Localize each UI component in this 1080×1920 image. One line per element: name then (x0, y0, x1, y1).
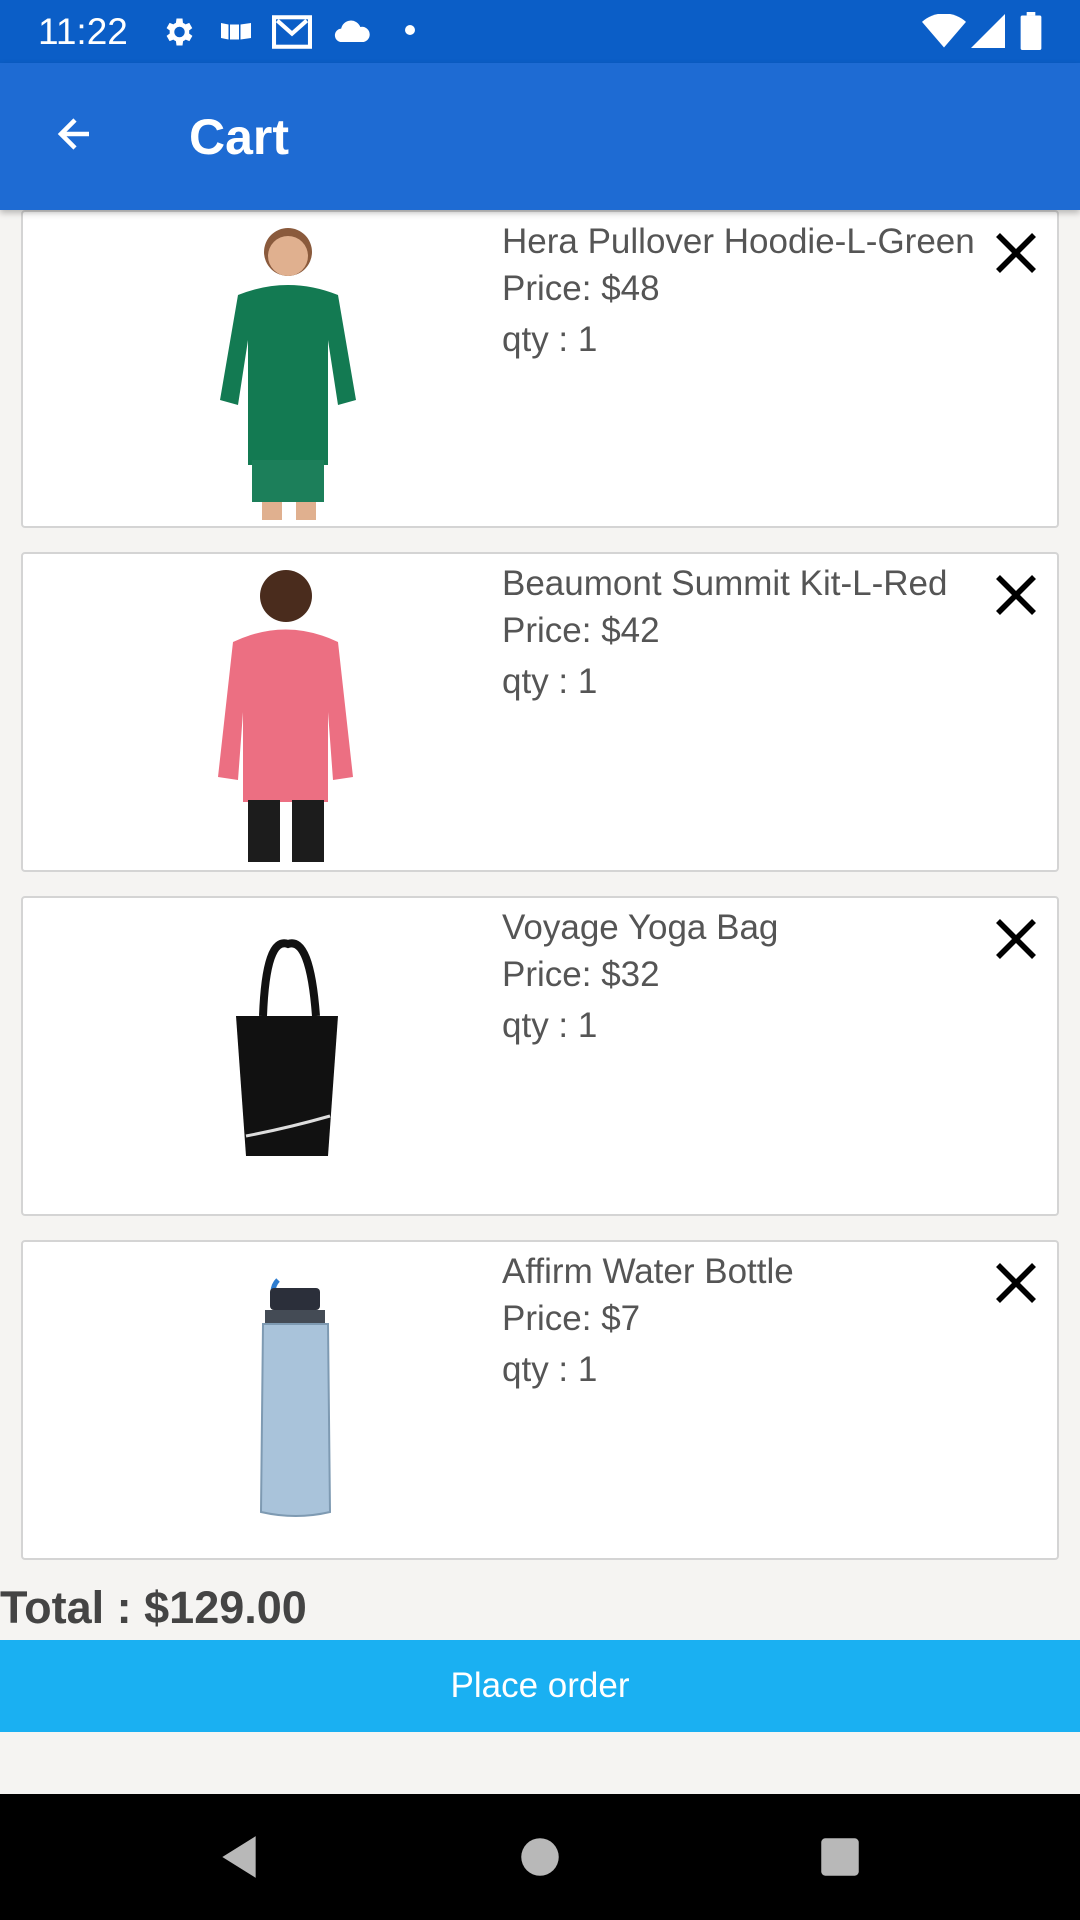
cart-list[interactable]: Hera Pullover Hoodie-L-Green Price: $48 … (21, 210, 1059, 1584)
remove-item-button[interactable] (989, 568, 1043, 622)
dot-icon (405, 25, 415, 35)
recents-square-icon[interactable] (815, 1832, 865, 1882)
item-price: Price: $7 (502, 1299, 641, 1338)
home-circle-icon[interactable] (515, 1832, 565, 1882)
item-price: Price: $42 (502, 611, 660, 650)
product-image-green-hoodie (133, 220, 443, 520)
page-title: Cart (189, 109, 290, 165)
battery-icon (1020, 12, 1042, 50)
close-icon (996, 233, 1036, 273)
remove-item-button[interactable] (989, 912, 1043, 966)
item-name: Hera Pullover Hoodie-L-Green (502, 222, 975, 261)
close-icon (996, 575, 1036, 615)
item-price: Price: $48 (502, 269, 660, 308)
item-qty: qty : 1 (502, 1006, 598, 1045)
wifi-icon (922, 14, 966, 48)
remove-item-button[interactable] (989, 226, 1043, 280)
item-qty: qty : 1 (502, 320, 598, 359)
close-icon (996, 919, 1036, 959)
app-bar: Cart (0, 63, 1080, 210)
item-qty: qty : 1 (502, 1350, 598, 1389)
product-image-red-jacket (133, 562, 443, 862)
item-name: Voyage Yoga Bag (502, 908, 779, 947)
item-price: Price: $32 (502, 955, 660, 994)
status-bar: 11:22 (0, 0, 1080, 63)
cloud-icon (334, 20, 370, 43)
back-triangle-icon[interactable] (214, 1832, 264, 1882)
cart-item[interactable]: Beaumont Summit Kit-L-Red Price: $42 qty… (21, 552, 1059, 872)
navigation-bar (0, 1794, 1080, 1920)
cart-item[interactable]: Affirm Water Bottle Price: $7 qty : 1 (21, 1240, 1059, 1560)
item-name: Affirm Water Bottle (502, 1252, 794, 1291)
remove-item-button[interactable] (989, 1256, 1043, 1310)
cart-item[interactable]: Voyage Yoga Bag Price: $32 qty : 1 (21, 896, 1059, 1216)
gear-icon (166, 18, 193, 46)
close-icon (996, 1263, 1036, 1303)
item-qty: qty : 1 (502, 662, 598, 701)
item-info: Voyage Yoga Bag Price: $32 qty : 1 (502, 906, 992, 1051)
back-button[interactable] (40, 99, 110, 169)
item-info: Beaumont Summit Kit-L-Red Price: $42 qty… (502, 562, 992, 707)
arrow-left-icon (57, 118, 89, 150)
status-time: 11:22 (38, 11, 128, 52)
cart-item[interactable]: Hera Pullover Hoodie-L-Green Price: $48 … (21, 210, 1059, 528)
item-info: Hera Pullover Hoodie-L-Green Price: $48 … (502, 220, 992, 365)
place-order-button[interactable]: Place order (0, 1640, 1080, 1732)
item-info: Affirm Water Bottle Price: $7 qty : 1 (502, 1250, 992, 1395)
order-total: Total : $129.00 (0, 1582, 307, 1633)
product-image-black-bag (133, 906, 443, 1206)
product-image-water-bottle (133, 1250, 443, 1550)
mail-icon (272, 15, 312, 49)
signal-icon (971, 14, 1005, 48)
item-name: Beaumont Summit Kit-L-Red (502, 564, 948, 603)
news-icon (221, 23, 251, 40)
